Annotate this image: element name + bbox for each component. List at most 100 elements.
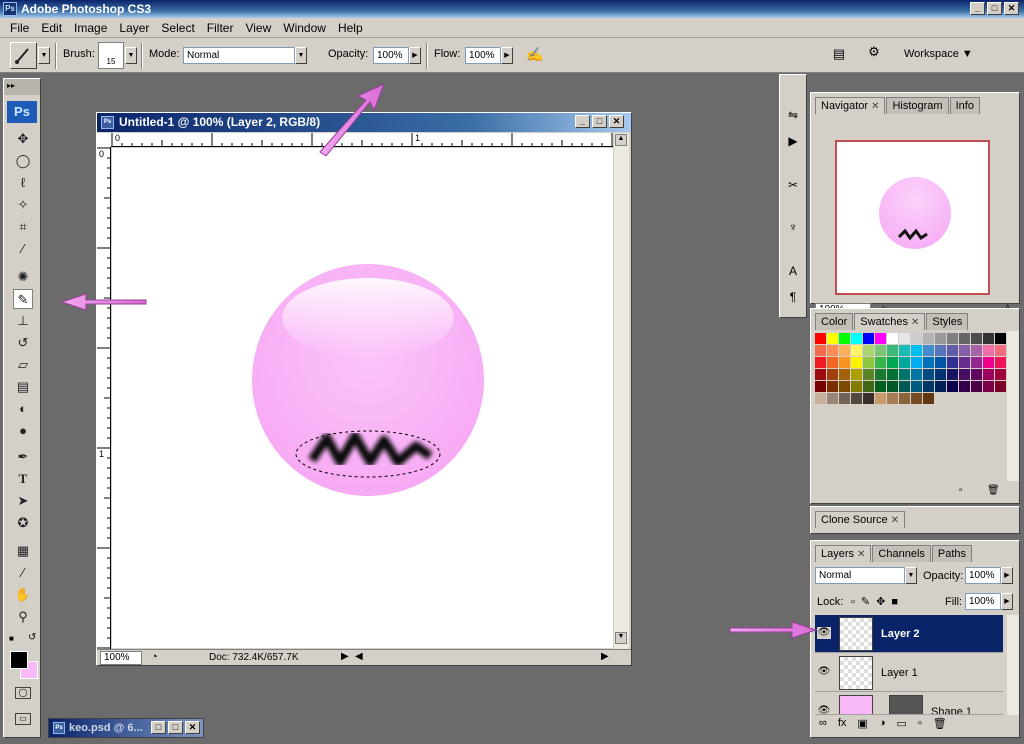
workspace-menu[interactable]: Workspace ▼	[904, 48, 973, 60]
paragraph-palette-icon[interactable]: ¶	[783, 287, 803, 307]
menu-edit[interactable]: Edit	[35, 21, 68, 35]
swatch-56[interactable]	[911, 369, 922, 380]
swatch-88[interactable]	[911, 393, 922, 404]
swatch-4[interactable]	[863, 333, 874, 344]
brush-tool[interactable]: ✎	[13, 289, 33, 309]
layer-opacity-input[interactable]: 100%	[965, 567, 1001, 584]
new-swatch-icon[interactable]: ▫	[959, 485, 963, 496]
dodge-tool[interactable]: ●	[13, 421, 33, 441]
scroll-left-button[interactable]: ◀	[355, 651, 363, 662]
mode-select[interactable]: Normal	[183, 47, 295, 64]
brush-picker[interactable]: 15	[98, 42, 124, 69]
menu-help[interactable]: Help	[332, 21, 369, 35]
doc-close-button[interactable]: ✕	[609, 115, 624, 128]
swatch-26[interactable]	[935, 345, 946, 356]
ruler-vertical[interactable]: 0 1	[97, 147, 111, 649]
close-icon[interactable]: ✕	[891, 515, 899, 526]
navigator-preview[interactable]	[835, 140, 990, 295]
swatch-71[interactable]	[899, 381, 910, 392]
swatch-11[interactable]	[947, 333, 958, 344]
type-tool[interactable]: T	[13, 469, 33, 489]
eye-icon[interactable]: 👁	[817, 666, 831, 678]
swatch-76[interactable]	[959, 381, 970, 392]
magic-wand-tool[interactable]: ✧	[13, 195, 33, 215]
swatch-45[interactable]	[971, 357, 982, 368]
swatch-27[interactable]	[947, 345, 958, 356]
swatch-28[interactable]	[959, 345, 970, 356]
swatch-50[interactable]	[839, 369, 850, 380]
airbrush-icon[interactable]: ✍	[524, 46, 546, 66]
ruler-origin[interactable]	[97, 133, 111, 147]
opacity-slider-button[interactable]: ▶	[409, 47, 421, 64]
layer-fill-input[interactable]: 100%	[965, 593, 1001, 610]
swatch-83[interactable]	[851, 393, 862, 404]
swatch-48[interactable]	[815, 369, 826, 380]
delete-layer-icon[interactable]: 🗑	[933, 717, 947, 735]
swatch-30[interactable]	[983, 345, 994, 356]
swatch-82[interactable]	[839, 393, 850, 404]
swatch-2[interactable]	[839, 333, 850, 344]
scroll-up-button[interactable]: ▲	[615, 134, 627, 146]
swatch-22[interactable]	[887, 345, 898, 356]
close-icon[interactable]: ✕	[857, 549, 865, 560]
swatch-34[interactable]	[839, 357, 850, 368]
history-palette-icon[interactable]: ⇋	[783, 105, 803, 125]
menu-filter[interactable]: Filter	[201, 21, 240, 35]
new-layer-icon[interactable]: ▫	[918, 717, 922, 735]
default-colors-icon[interactable]: ■	[9, 634, 14, 643]
swatch-66[interactable]	[839, 381, 850, 392]
menu-layer[interactable]: Layer	[113, 21, 155, 35]
eyedropper-tool[interactable]: ⁄	[13, 239, 33, 259]
tab-info[interactable]: Info	[949, 97, 980, 114]
swatch-75[interactable]	[947, 381, 958, 392]
document-zoom-field[interactable]: 100%	[100, 651, 142, 665]
blend-mode-dropdown[interactable]: ▼	[905, 567, 917, 584]
document-titlebar[interactable]: Ps Untitled-1 @ 100% (Layer 2, RGB/8) _ …	[97, 113, 631, 132]
swatch-52[interactable]	[863, 369, 874, 380]
swatch-74[interactable]	[935, 381, 946, 392]
tab-color[interactable]: Color	[815, 313, 854, 330]
eye-icon[interactable]: 👁	[817, 705, 831, 714]
lasso-tool[interactable]: ℓ	[13, 173, 33, 193]
status-menu-arrow[interactable]: ▶	[341, 651, 349, 662]
palette-well-icon[interactable]: ▤	[830, 46, 848, 64]
character-palette-icon[interactable]: A	[783, 261, 803, 281]
scroll-down-button[interactable]: ▼	[615, 632, 627, 644]
zoom-tool[interactable]: ⚲	[13, 607, 33, 627]
swatch-33[interactable]	[827, 357, 838, 368]
brush-picker-dropdown[interactable]: ▼	[125, 47, 137, 64]
menu-view[interactable]: View	[239, 21, 277, 35]
swatch-49[interactable]	[827, 369, 838, 380]
custom-shape-tool[interactable]: ✪	[13, 513, 33, 533]
swatch-8[interactable]	[911, 333, 922, 344]
maximize-button-min[interactable]: □	[168, 721, 183, 734]
swatch-61[interactable]	[971, 369, 982, 380]
path-selection-tool[interactable]: ➤	[13, 491, 33, 511]
swatch-20[interactable]	[863, 345, 874, 356]
menu-image[interactable]: Image	[68, 21, 113, 35]
swatch-79[interactable]	[995, 381, 1006, 392]
swatch-58[interactable]	[935, 369, 946, 380]
swatch-64[interactable]	[815, 381, 826, 392]
tab-styles[interactable]: Styles	[926, 313, 969, 330]
swatch-85[interactable]	[875, 393, 886, 404]
tool-preset-dropdown[interactable]: ▼	[38, 47, 50, 64]
close-button-min[interactable]: ✕	[185, 721, 200, 734]
menu-select[interactable]: Select	[155, 21, 200, 35]
layer-row-layer-1[interactable]: 👁 Layer 1	[815, 654, 1003, 692]
swatch-89[interactable]	[923, 393, 934, 404]
actions-palette-icon[interactable]: ▶	[783, 131, 803, 151]
swatch-67[interactable]	[851, 381, 862, 392]
swatch-69[interactable]	[875, 381, 886, 392]
swatch-6[interactable]	[887, 333, 898, 344]
swatch-42[interactable]	[935, 357, 946, 368]
swatch-59[interactable]	[947, 369, 958, 380]
swatch-31[interactable]	[995, 345, 1006, 356]
foreground-color-swatch[interactable]	[10, 651, 28, 669]
swatch-80[interactable]	[815, 393, 826, 404]
hand-tool[interactable]: ✋	[13, 585, 33, 605]
swatch-68[interactable]	[863, 381, 874, 392]
swatch-9[interactable]	[923, 333, 934, 344]
swatches-scrollbar[interactable]	[1007, 331, 1019, 481]
swatch-77[interactable]	[971, 381, 982, 392]
